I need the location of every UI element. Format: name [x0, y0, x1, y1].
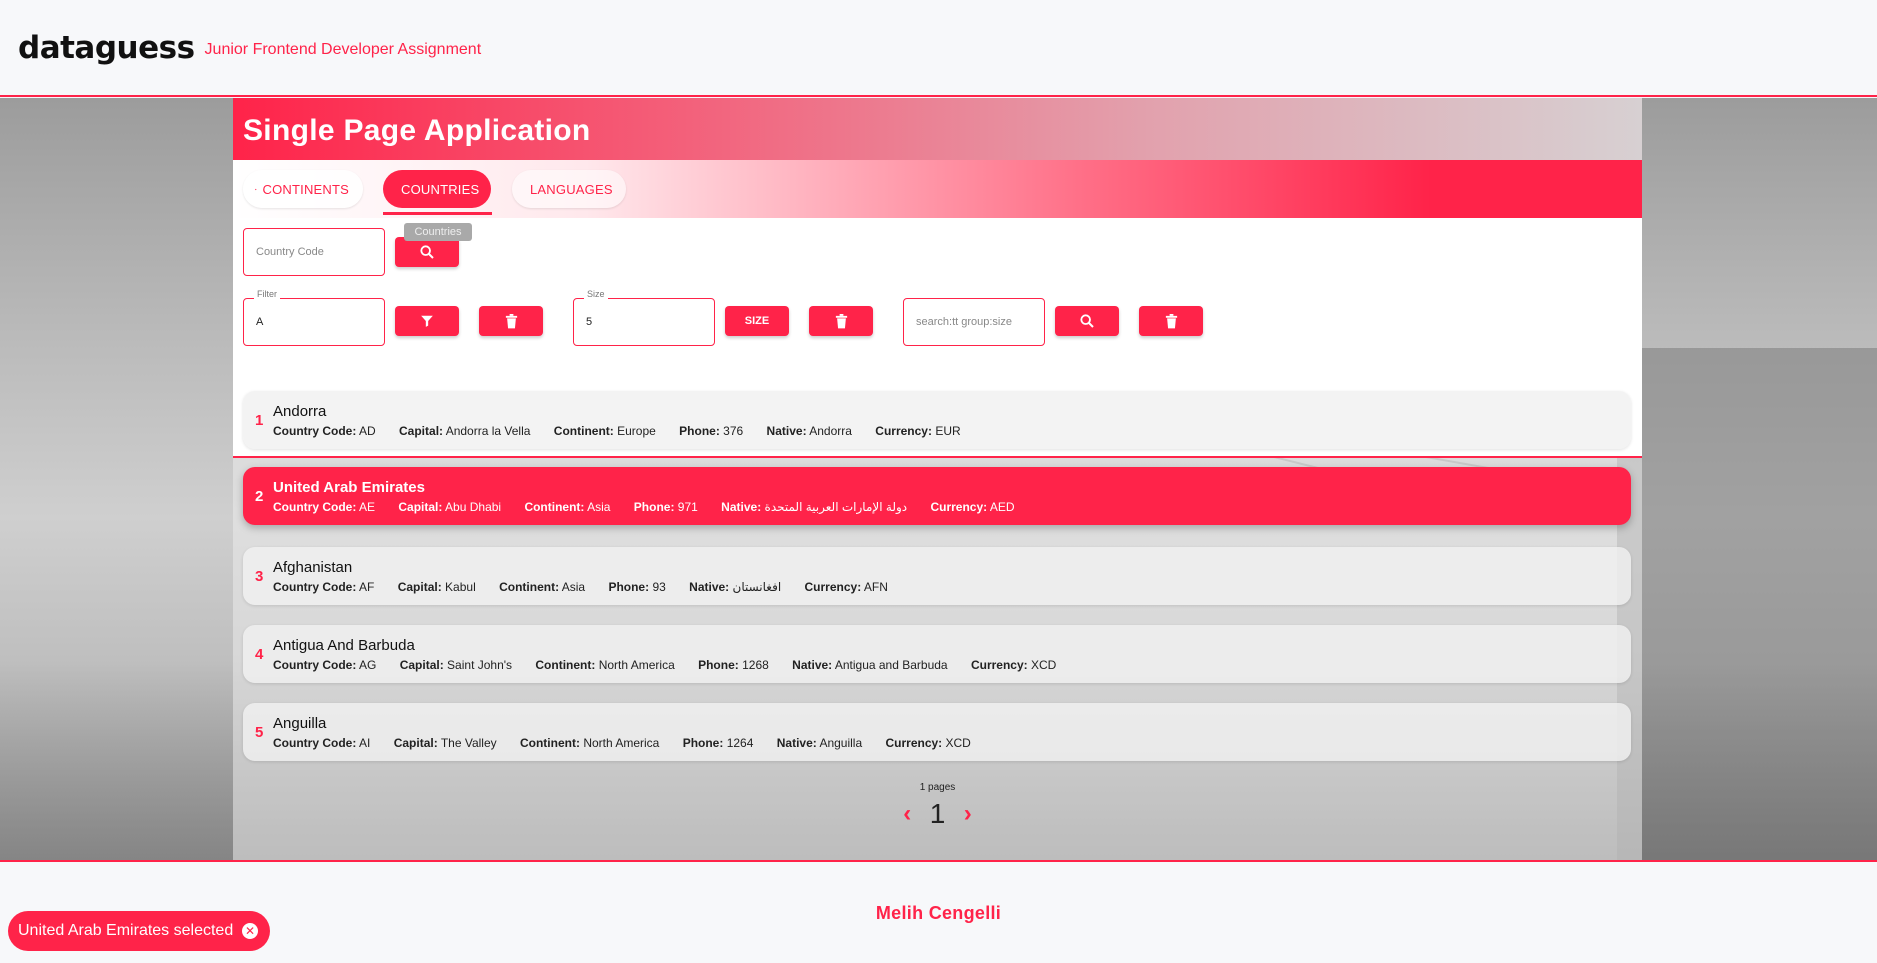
tab-label: LANGUAGES — [530, 181, 613, 197]
row-index: 2 — [255, 488, 264, 505]
row-index: 5 — [255, 724, 264, 741]
trash-icon — [1165, 313, 1177, 328]
country-row[interactable]: 1 Andorra Country Code: AD Capital: Ando… — [243, 391, 1631, 449]
country-name: Antigua And Barbuda — [273, 637, 415, 654]
country-row[interactable]: 3 Afghanistan Country Code: AF Capital: … — [243, 547, 1631, 605]
tab-countries[interactable]: COUNTRIES — [383, 170, 491, 208]
country-row[interactable]: 5 Anguilla Country Code: AI Capital: The… — [243, 703, 1631, 761]
page-title: Single Page Application — [243, 114, 591, 147]
filter-input[interactable] — [244, 299, 384, 345]
size-button[interactable]: SIZE — [725, 306, 789, 336]
country-details: Country Code: AD Capital: Andorra la Vel… — [273, 424, 961, 438]
country-code-field[interactable] — [243, 228, 385, 276]
filter-icon — [421, 315, 433, 327]
country-code-search-button[interactable] — [395, 237, 459, 267]
main-panel: Single Page Application CONTINENTS COUNT… — [233, 98, 1642, 860]
filter-label: Filter — [254, 289, 280, 299]
pages-count: 1 pages — [919, 782, 956, 793]
tab-label: COUNTRIES — [401, 181, 480, 197]
trash-icon — [835, 313, 847, 328]
country-name: Andorra — [273, 403, 327, 420]
group-search-button[interactable] — [1055, 306, 1119, 336]
country-row-selected[interactable]: 2 United Arab Emirates Country Code: AE … — [243, 467, 1631, 525]
notification-snackbar: United Arab Emirates selected ✕ — [8, 911, 270, 951]
group-search-input[interactable] — [904, 299, 1044, 345]
tab-languages[interactable]: LANGUAGES — [512, 170, 626, 208]
logo: dataguess — [18, 29, 195, 66]
search-icon — [1080, 314, 1094, 328]
footer-author: Melih Cengelli — [875, 903, 1002, 923]
size-label: Size — [584, 289, 608, 299]
footer-divider — [0, 860, 1877, 862]
country-name: Anguilla — [273, 715, 327, 732]
snackbar-message: United Arab Emirates selected — [18, 922, 234, 939]
country-details: Country Code: AG Capital: Saint John's C… — [273, 658, 1057, 672]
row-index: 3 — [255, 568, 264, 585]
country-details: Country Code: AF Capital: Kabul Continen… — [273, 580, 888, 594]
chevron-left-icon[interactable]: ‹ — [903, 800, 911, 828]
size-field[interactable]: Size — [573, 289, 715, 346]
country-name: United Arab Emirates — [273, 479, 425, 496]
current-page: 1 — [929, 798, 946, 829]
country-details: Country Code: AE Capital: Abu Dhabi Cont… — [273, 500, 1015, 514]
clear-group-search-button[interactable] — [1139, 306, 1203, 336]
header-subtitle: Junior Frontend Developer Assignment — [204, 40, 482, 58]
filter-button[interactable] — [395, 306, 459, 336]
filter-field[interactable]: Filter — [243, 289, 385, 346]
tab-tooltip: Countries — [404, 223, 472, 241]
chevron-right-icon[interactable]: › — [964, 800, 972, 828]
row-index: 4 — [255, 646, 264, 663]
active-tab-indicator — [383, 212, 492, 215]
tab-label: CONTINENTS — [262, 181, 349, 197]
size-input[interactable] — [574, 299, 714, 345]
row-index: 1 — [255, 412, 264, 429]
country-details: Country Code: AI Capital: The Valley Con… — [273, 736, 971, 750]
clear-filter-button[interactable] — [479, 306, 543, 336]
country-row[interactable]: 4 Antigua And Barbuda Country Code: AG C… — [243, 625, 1631, 683]
country-code-input[interactable] — [244, 229, 384, 275]
search-icon — [420, 245, 434, 259]
globe-icon — [255, 188, 257, 190]
close-icon[interactable]: ✕ — [242, 923, 258, 939]
title-banner: Single Page Application — [233, 98, 1642, 160]
pagination: ‹ 1 › — [233, 798, 1642, 830]
top-header: dataguess Junior Frontend Developer Assi… — [0, 0, 1877, 97]
clear-size-button[interactable] — [809, 306, 873, 336]
tab-bar: CONTINENTS COUNTRIES LANGUAGES — [233, 160, 1642, 218]
tab-continents[interactable]: CONTINENTS — [243, 170, 363, 208]
trash-icon — [505, 313, 517, 328]
country-name: Afghanistan — [273, 559, 353, 576]
group-search-field[interactable] — [903, 298, 1045, 346]
